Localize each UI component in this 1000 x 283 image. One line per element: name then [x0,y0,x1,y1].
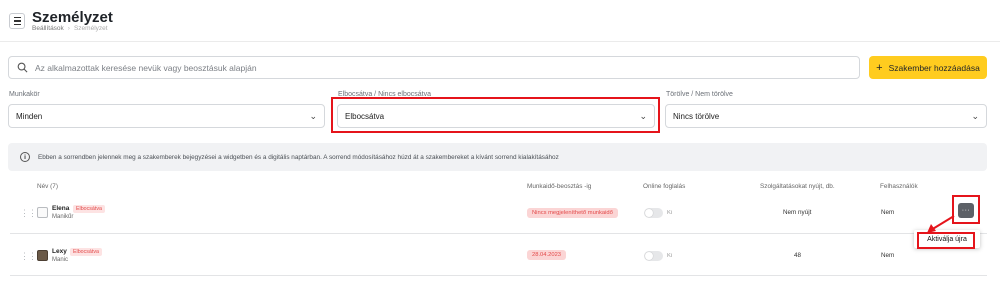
employee-role: Manikűr [52,214,74,220]
filter-deleted-value: Nincs törölve [673,111,720,121]
filter-role-select[interactable]: Minden ⌄ [8,104,325,128]
breadcrumb-settings[interactable]: Beállítások [32,25,64,32]
highlight-box-dismissed-filter [331,97,660,133]
breadcrumb-current: Személyzet [73,25,108,32]
drag-handle-icon[interactable]: ⋮⋮ [20,208,37,219]
row-divider [10,275,987,276]
chevron-down-icon: ⌄ [309,110,317,121]
info-banner: i Ebben a sorrendben jelennek meg a szak… [8,143,987,171]
search-input[interactable] [35,62,835,73]
info-text: Ebben a sorrendben jelennek meg a szakem… [38,153,559,161]
employee-role: Manic [52,257,69,263]
header-divider [0,41,1000,42]
plus-icon: + [876,61,883,74]
search-bar [8,56,860,79]
avatar [37,250,48,261]
search-icon [17,62,28,73]
add-specialist-button[interactable]: + Szakember hozzáadása [869,56,987,79]
schedule-badge: 28.04.2023 [527,250,567,260]
column-header-services: Szolgáltatásokat nyújt, db. [760,183,835,190]
filter-deleted-select[interactable]: Nincs törölve ⌄ [665,104,987,128]
column-header-schedule: Munkaidő-beosztás -ig [527,183,592,190]
services-count: Nem nyújt [783,209,812,216]
annotation-arrow-icon [927,215,955,233]
breadcrumb: Beállítások › Személyzet [32,25,108,32]
online-booking-toggle[interactable] [644,251,663,261]
user-value: Nem [881,209,895,216]
column-header-name[interactable]: Név (7) [37,183,58,190]
add-specialist-label: Szakember hozzáadása [888,62,980,73]
info-icon: i [20,152,30,162]
menu-toggle-button[interactable] [9,13,25,29]
employee-name[interactable]: Elena [52,205,69,212]
filter-label-role: Munkakör [9,91,40,98]
breadcrumb-separator: › [67,25,70,32]
avatar [37,207,48,218]
status-badge: Elbocsátva [70,248,102,256]
status-badge: Elbocsátva [73,205,105,213]
column-header-users: Felhasználók [880,183,918,190]
column-header-online: Online foglalás [643,183,686,190]
chevron-down-icon: ⌄ [971,110,979,121]
schedule-badge: Nincs megjeleníthető munkaidő [527,208,618,218]
online-booking-state: Ki [667,253,673,259]
employee-name[interactable]: Lexy [52,248,67,255]
page-title: Személyzet [32,9,113,26]
services-count: 48 [794,252,802,259]
row-divider [10,233,987,234]
online-booking-state: Ki [667,210,673,216]
user-value: Nem [881,252,895,259]
filter-label-deleted: Törölve / Nem törölve [666,91,733,98]
online-booking-toggle[interactable] [644,208,663,218]
drag-handle-icon[interactable]: ⋮⋮ [20,251,37,262]
filter-role-value: Minden [16,111,43,121]
